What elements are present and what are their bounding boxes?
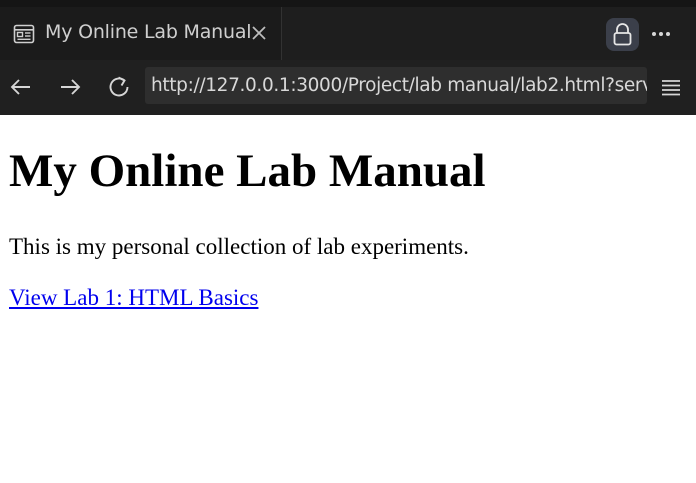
- reload-button[interactable]: [105, 73, 133, 101]
- url-text[interactable]: http://127.0.0.1:3000/Project/lab manual…: [151, 75, 647, 96]
- more-options-button[interactable]: [647, 19, 677, 49]
- browser-tab[interactable]: My Online Lab Manual: [0, 7, 282, 60]
- page-title: My Online Lab Manual: [9, 145, 486, 197]
- menu-button[interactable]: [657, 73, 685, 101]
- tab-strip: My Online Lab Manual: [0, 0, 696, 60]
- hamburger-menu-icon: [662, 80, 680, 96]
- reader-view-icon: [13, 23, 35, 45]
- lock-icon: [613, 23, 632, 46]
- address-bar[interactable]: http://127.0.0.1:3000/Project/lab manual…: [145, 67, 647, 104]
- tab-title: My Online Lab Manual: [45, 21, 252, 43]
- forward-button[interactable]: [56, 73, 84, 101]
- ellipsis-icon: [652, 32, 670, 36]
- close-icon[interactable]: [249, 23, 269, 43]
- navigation-toolbar: http://127.0.0.1:3000/Project/lab manual…: [0, 60, 696, 115]
- lock-button[interactable]: [606, 18, 639, 51]
- arrow-left-icon: [10, 79, 30, 95]
- intro-paragraph: This is my personal collection of lab ex…: [9, 234, 469, 259]
- back-button[interactable]: [7, 73, 35, 101]
- reload-icon: [109, 76, 129, 97]
- browser-window: My Online Lab Manual http://127.0.0.1:30…: [0, 0, 696, 483]
- lab1-link[interactable]: View Lab 1: HTML Basics: [9, 285, 258, 310]
- page-content: My Online Lab Manual This is my personal…: [0, 115, 696, 483]
- arrow-right-icon: [61, 79, 81, 95]
